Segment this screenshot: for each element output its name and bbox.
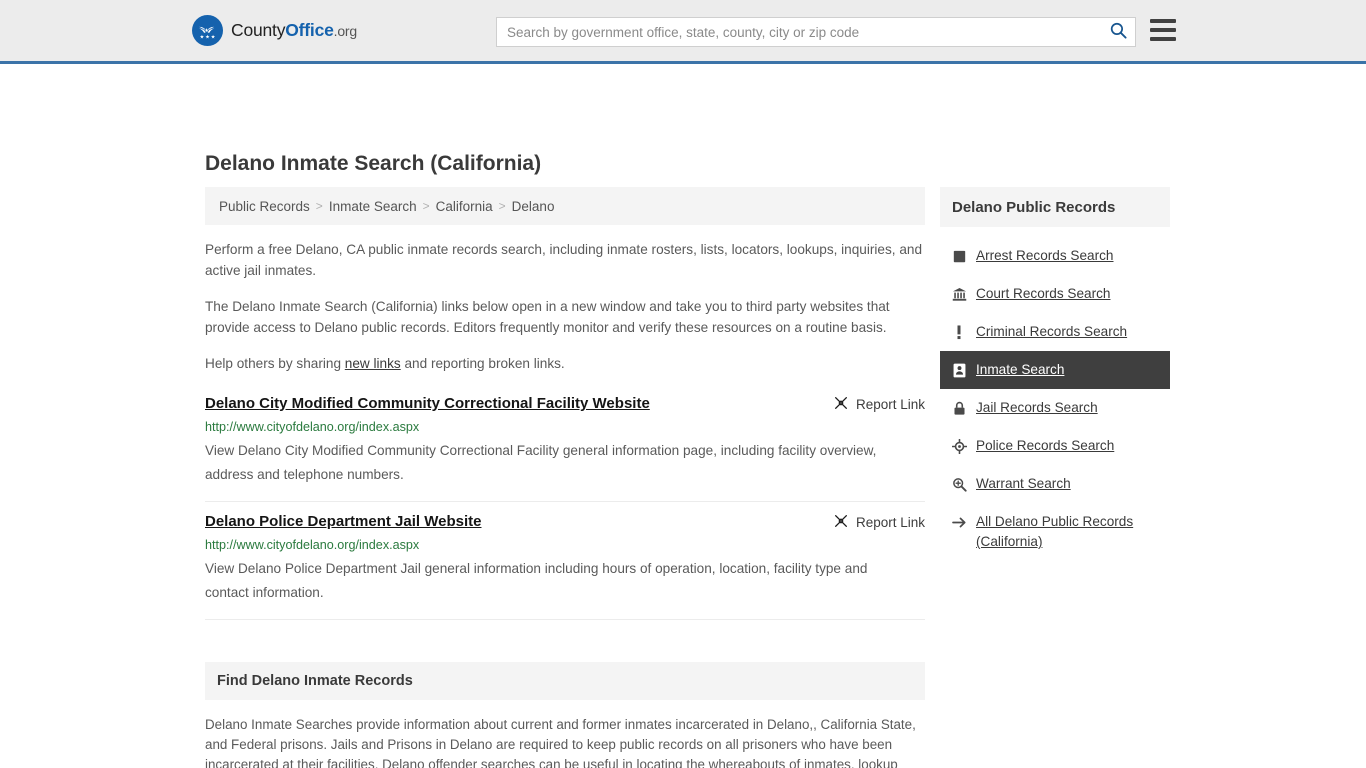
hamburger-menu-icon[interactable] — [1150, 19, 1176, 41]
brand-part-org: .org — [333, 23, 358, 39]
result-title-link[interactable]: Delano Police Department Jail Website — [205, 512, 481, 532]
find-records-paragraph: Delano Inmate Searches provide informati… — [205, 717, 916, 768]
find-records-heading: Find Delano Inmate Records — [205, 662, 925, 700]
arrow-right-icon — [951, 513, 967, 531]
sidebar-item-police-records[interactable]: Police Records Search — [940, 427, 1170, 465]
breadcrumb-item-public-records[interactable]: Public Records — [219, 199, 310, 214]
intro-paragraph-2: The Delano Inmate Search (California) li… — [205, 299, 890, 335]
magnifier-plus-icon — [951, 475, 967, 493]
sidebar-heading: Delano Public Records — [940, 187, 1170, 227]
breadcrumb: Public Records > Inmate Search > Califor… — [205, 187, 925, 225]
sidebar-item-label: Jail Records Search — [976, 400, 1098, 415]
sidebar-item-label: Criminal Records Search — [976, 324, 1128, 339]
sidebar-item-label: All Delano Public Records (California) — [976, 514, 1134, 549]
breadcrumb-separator: > — [315, 199, 323, 213]
search-button[interactable] — [1101, 18, 1135, 46]
sidebar-item-jail-records[interactable]: Jail Records Search — [940, 389, 1170, 427]
result-item: Delano Police Department Jail Website Re… — [205, 502, 925, 620]
report-link-button[interactable]: Report Link — [833, 395, 925, 414]
report-link-label: Report Link — [855, 397, 925, 412]
sidebar-item-warrant-search[interactable]: Warrant Search — [940, 465, 1170, 503]
breadcrumb-item-delano: Delano — [511, 198, 555, 214]
countyoffice-emblem-icon — [192, 15, 223, 46]
result-title-link[interactable]: Delano City Modified Community Correctio… — [205, 394, 650, 414]
result-header: Delano City Modified Community Correctio… — [205, 394, 925, 414]
intro-paragraph-1: Perform a free Delano, CA public inmate … — [205, 242, 923, 278]
page-title: Delano Inmate Search (California) — [205, 152, 542, 175]
result-item: Delano City Modified Community Correctio… — [205, 384, 925, 502]
sidebar-item-label: Warrant Search — [976, 476, 1071, 491]
sidebar-item-all-public-records[interactable]: All Delano Public Records (California) — [940, 503, 1170, 561]
broken-link-icon — [833, 395, 849, 414]
search-icon — [1109, 21, 1128, 43]
intro-p3-before: Help others by sharing — [205, 356, 345, 371]
result-header: Delano Police Department Jail Website Re… — [205, 512, 925, 532]
breadcrumb-item-california[interactable]: California — [436, 199, 493, 214]
breadcrumb-separator: > — [498, 199, 506, 213]
result-url-link[interactable]: http://www.cityofdelano.org/index.aspx — [205, 420, 925, 434]
main-content: Public Records > Inmate Search > Califor… — [205, 187, 925, 768]
sidebar-item-inmate-search[interactable]: Inmate Search — [940, 351, 1170, 389]
result-description: View Delano Police Department Jail gener… — [205, 561, 868, 600]
find-records-body: Delano Inmate Searches provide informati… — [205, 700, 925, 768]
intro-paragraph-3: Help others by sharing new links and rep… — [205, 353, 925, 374]
sidebar-item-arrest-records[interactable]: Arrest Records Search — [940, 237, 1170, 275]
police-badge-icon — [951, 437, 967, 455]
site-logo[interactable]: CountyOffice.org — [192, 15, 357, 46]
result-description: View Delano City Modified Community Corr… — [205, 443, 877, 482]
result-url-link[interactable]: http://www.cityofdelano.org/index.aspx — [205, 538, 925, 552]
sidebar-item-criminal-records[interactable]: Criminal Records Search — [940, 313, 1170, 351]
sidebar-item-label: Court Records Search — [976, 286, 1111, 301]
sidebar-list: Arrest Records Search Court Records Sear… — [940, 237, 1170, 561]
brand-wordmark: CountyOffice.org — [231, 20, 357, 41]
new-links-link[interactable]: new links — [345, 356, 401, 371]
report-link-button[interactable]: Report Link — [833, 513, 925, 532]
courthouse-icon — [951, 285, 967, 303]
search-bar — [496, 17, 1136, 47]
breadcrumb-item-inmate-search[interactable]: Inmate Search — [329, 199, 417, 214]
brand-part-county: County — [231, 20, 286, 40]
fingerprint-icon — [951, 247, 967, 265]
sidebar-item-label: Inmate Search — [976, 362, 1065, 377]
brand-part-office: Office — [285, 20, 334, 40]
padlock-icon — [951, 399, 967, 417]
report-link-label: Report Link — [855, 515, 925, 530]
sidebar-item-label: Arrest Records Search — [976, 248, 1114, 263]
sidebar-item-label: Police Records Search — [976, 438, 1115, 453]
sidebar: Delano Public Records Arrest Records Sea… — [940, 187, 1170, 561]
search-input[interactable] — [497, 18, 1101, 46]
id-badge-icon — [951, 361, 967, 379]
sidebar-item-court-records[interactable]: Court Records Search — [940, 275, 1170, 313]
site-header: CountyOffice.org — [0, 0, 1366, 64]
intro-section: Perform a free Delano, CA public inmate … — [205, 225, 925, 374]
breadcrumb-separator: > — [422, 199, 430, 213]
broken-link-icon — [833, 513, 849, 532]
exclamation-icon — [951, 323, 967, 341]
intro-p3-after: and reporting broken links. — [400, 356, 565, 371]
